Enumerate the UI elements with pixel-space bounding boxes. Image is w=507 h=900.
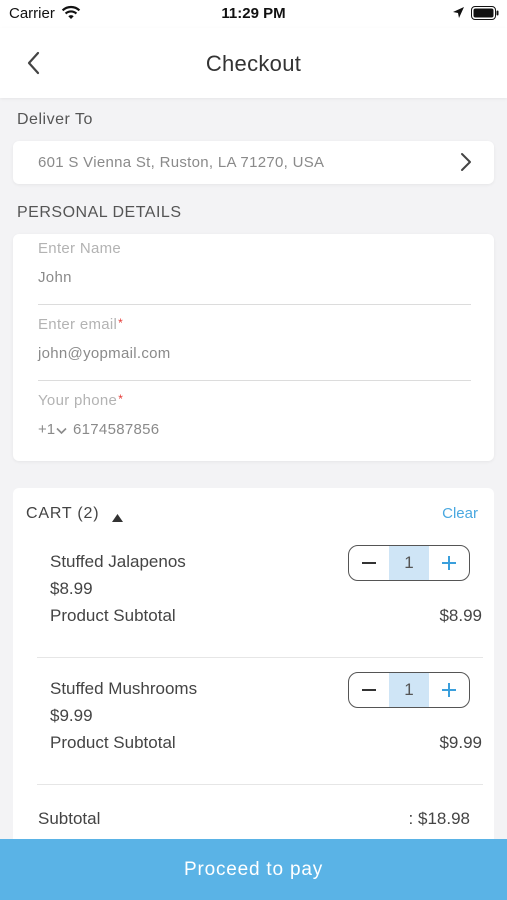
plus-icon (442, 683, 456, 697)
chevron-down-icon (56, 422, 67, 439)
name-field[interactable]: Enter Name John (38, 234, 471, 305)
name-placeholder: Enter Name (38, 240, 122, 257)
minus-icon (362, 562, 376, 564)
product-subtotal-label: Product Subtotal (50, 733, 176, 752)
address-selector[interactable]: 601 S Vienna St, Ruston, LA 71270, USA (13, 141, 494, 184)
product-subtotal-value: $8.99 (439, 606, 482, 625)
divider (37, 784, 483, 785)
quantity-value: 1 (389, 673, 429, 707)
quantity-stepper: 1 (348, 672, 470, 708)
email-field[interactable]: Enter email* john@yopmail.com (38, 310, 471, 381)
email-placeholder: Enter email* (38, 316, 124, 333)
decrease-quantity-button[interactable] (349, 546, 389, 580)
cart-items: Stuffed Jalapenos $8.99 Product Subtotal… (13, 530, 494, 850)
email-value: john@yopmail.com (38, 345, 171, 362)
personal-details-card: Enter Name John Enter email* john@yopmai… (13, 234, 494, 461)
required-asterisk: * (118, 316, 124, 330)
page-title: Checkout (205, 51, 302, 76)
clock-label: 11:29 PM (221, 5, 286, 22)
country-code-value: +1 (38, 421, 56, 438)
chevron-right-icon (460, 152, 472, 177)
subtotal-value: : $18.98 (408, 809, 470, 828)
item-name: Stuffed Jalapenos (50, 552, 186, 571)
decrease-quantity-button[interactable] (349, 673, 389, 707)
phone-value: 6174587856 (73, 421, 160, 438)
increase-quantity-button[interactable] (429, 546, 469, 580)
minus-icon (362, 689, 376, 691)
collapse-triangle-icon (112, 509, 123, 527)
divider (37, 657, 483, 658)
cart-title: CART (2) (26, 505, 100, 522)
personal-details-label: PERSONAL DETAILS (17, 204, 182, 221)
address-text: 601 S Vienna St, Ruston, LA 71270, USA (38, 154, 325, 171)
battery-icon (471, 6, 500, 25)
status-bar: Carrier 11:29 PM (0, 0, 507, 28)
phone-field[interactable]: Your phone* +1 6174587856 (38, 386, 471, 456)
proceed-to-pay-button[interactable]: Proceed to pay (0, 839, 507, 900)
item-price: $8.99 (50, 579, 93, 598)
product-subtotal-label: Product Subtotal (50, 606, 176, 625)
nav-bar: Checkout (0, 28, 507, 98)
plus-icon (442, 556, 456, 570)
quantity-stepper: 1 (348, 545, 470, 581)
increase-quantity-button[interactable] (429, 673, 469, 707)
location-arrow-icon (452, 6, 465, 24)
quantity-value: 1 (389, 546, 429, 580)
item-price: $9.99 (50, 706, 93, 725)
required-asterisk: * (118, 392, 124, 406)
deliver-to-label: Deliver To (17, 111, 93, 128)
product-subtotal-value: $9.99 (439, 733, 482, 752)
country-code-picker[interactable]: +1 (38, 421, 67, 439)
phone-placeholder: Your phone* (38, 392, 124, 409)
subtotal-label: Subtotal (38, 809, 101, 828)
name-value: John (38, 269, 72, 286)
item-name: Stuffed Mushrooms (50, 679, 198, 698)
cart-header[interactable]: CART (2) Clear (13, 488, 494, 531)
clear-cart-button[interactable]: Clear (442, 505, 478, 522)
